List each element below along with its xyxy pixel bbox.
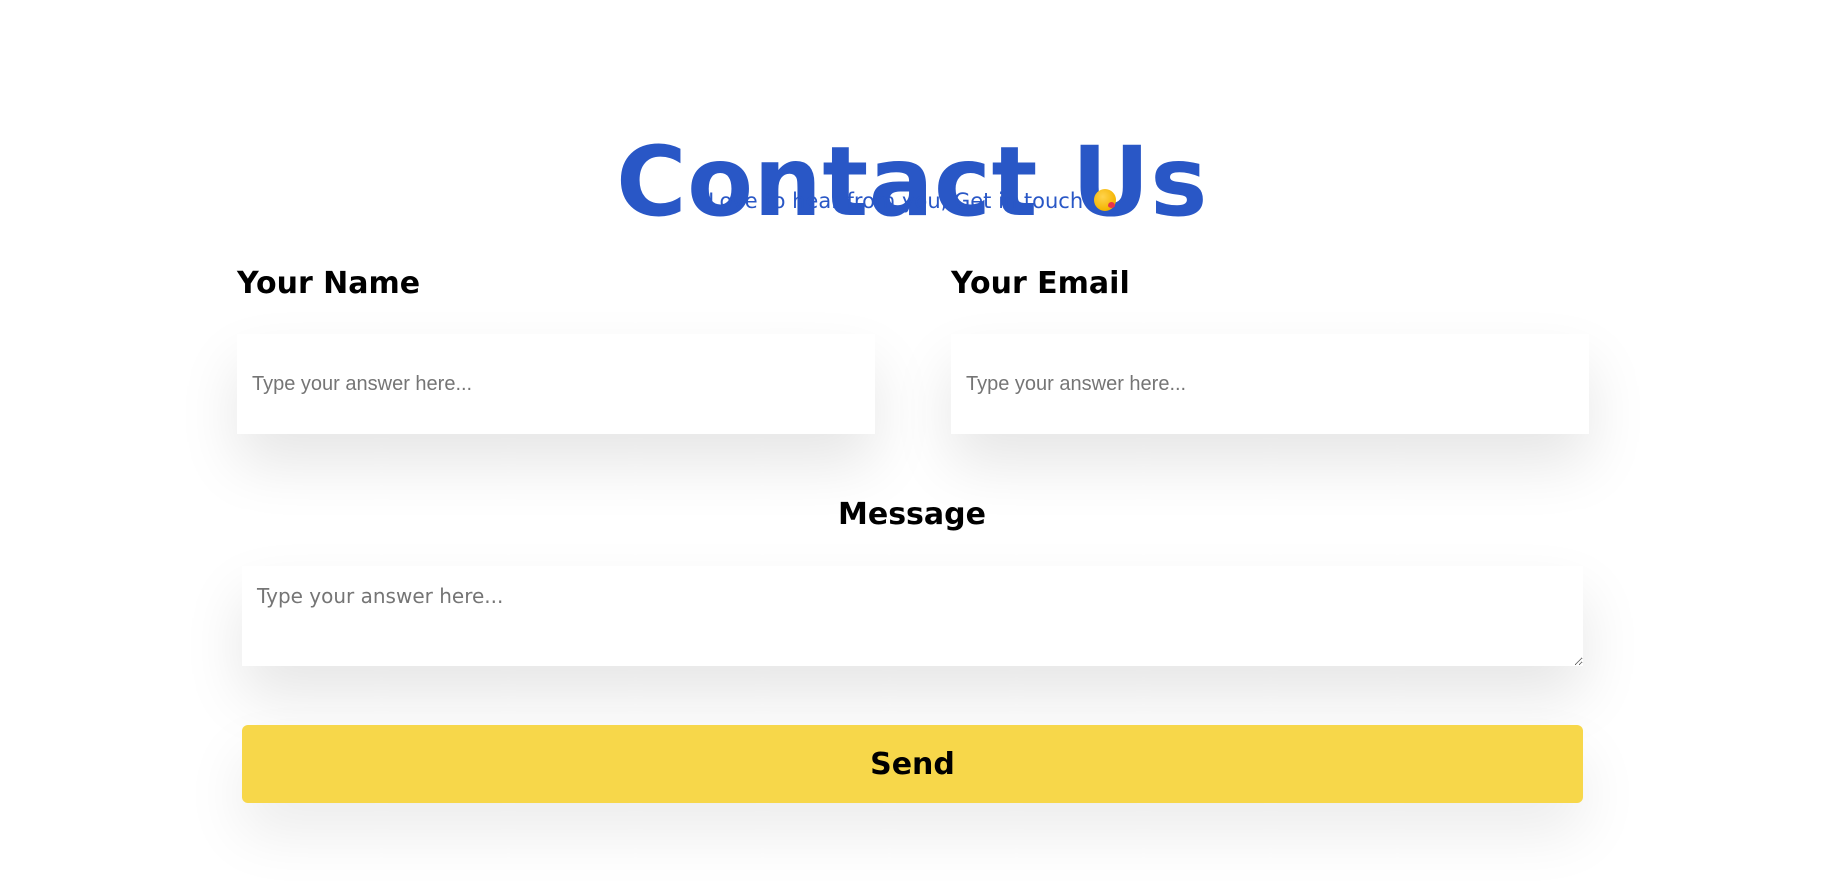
face-blowing-kiss-icon: [1093, 189, 1116, 211]
name-label: Your Name: [237, 266, 421, 301]
subtitle-text: Love to hear from you, Get in touch: [708, 189, 1084, 213]
page-title: Contact Us: [616, 126, 1208, 239]
message-textarea[interactable]: [242, 566, 1583, 666]
email-input[interactable]: [951, 334, 1589, 434]
name-input[interactable]: [237, 334, 875, 434]
email-label: Your Email: [951, 266, 1130, 301]
page-subtitle: Love to hear from you, Get in touch: [0, 187, 1824, 215]
send-button[interactable]: Send: [242, 725, 1583, 803]
message-label: Message: [838, 497, 986, 532]
